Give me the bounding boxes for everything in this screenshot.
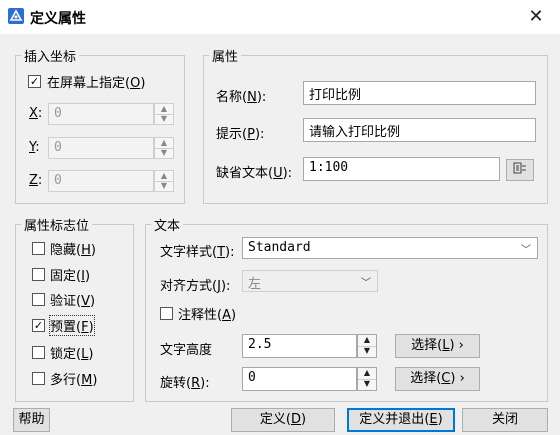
text-height-stepper[interactable]: ▲ ▼ xyxy=(357,334,377,358)
chevron-right-icon: › xyxy=(459,371,465,386)
text-height-label: 文字高度 xyxy=(160,343,213,358)
hidden-checkbox[interactable] xyxy=(32,242,45,255)
pick-rotation-button[interactable]: 选择(C) › xyxy=(395,367,480,391)
title-bar: 定义属性 ✕ xyxy=(0,0,560,34)
chevron-down-icon[interactable]: ▼ xyxy=(155,181,173,191)
justify-label: 对齐方式(J): xyxy=(160,279,231,294)
z-input[interactable]: 0 xyxy=(48,170,154,192)
multiline-checkbox[interactable] xyxy=(32,372,45,385)
z-label: Z: xyxy=(29,173,43,188)
x-label: X: xyxy=(29,106,43,121)
prompt-input[interactable]: 请输入打印比例 xyxy=(303,118,536,142)
preset-label[interactable]: 预置(F) xyxy=(49,315,95,336)
app-icon xyxy=(8,8,24,24)
name-input[interactable]: 打印比例 xyxy=(303,81,536,105)
y-stepper[interactable]: ▲ ▼ xyxy=(154,137,174,159)
specify-on-screen-checkbox[interactable]: ✓ xyxy=(28,75,41,88)
lock-position-label[interactable]: 锁定(L) xyxy=(50,343,93,362)
text-height-input[interactable]: 2.5 xyxy=(242,334,357,358)
text-style-label: 文字样式(T): xyxy=(160,245,235,260)
verify-checkbox[interactable] xyxy=(32,293,45,306)
check-icon: ✓ xyxy=(33,319,44,332)
y-label: Y: xyxy=(29,140,40,155)
rotation-label: 旋转(R): xyxy=(160,376,210,391)
annotative-checkbox[interactable] xyxy=(160,307,173,320)
name-label: 名称(N): xyxy=(216,90,267,105)
chevron-right-icon: › xyxy=(458,338,464,353)
text-legend: 文本 xyxy=(151,215,184,234)
rotation-input[interactable]: 0 xyxy=(242,367,357,391)
flags-legend: 属性标志位 xyxy=(21,215,93,234)
help-button[interactable]: 帮助 xyxy=(13,408,50,432)
pick-height-button[interactable]: 选择(L) › xyxy=(395,334,480,358)
field-insert-icon xyxy=(513,162,527,177)
window-title: 定义属性 xyxy=(30,11,86,27)
justify-select[interactable]: 左 ﹀ xyxy=(242,270,378,292)
prompt-label: 提示(P): xyxy=(216,127,265,142)
z-stepper[interactable]: ▲ ▼ xyxy=(154,170,174,192)
default-input[interactable]: 1:100 xyxy=(303,157,500,181)
y-input[interactable]: 0 xyxy=(48,137,154,159)
lock-position-checkbox[interactable] xyxy=(32,346,45,359)
check-icon: ✓ xyxy=(29,75,40,88)
close-icon[interactable]: ✕ xyxy=(520,4,552,30)
specify-on-screen-label[interactable]: 在屏幕上指定(O) xyxy=(47,72,145,91)
insert-point-legend: 插入坐标 xyxy=(21,46,80,65)
define-and-exit-button[interactable]: 定义并退出(E) xyxy=(347,408,455,432)
preset-checkbox[interactable]: ✓ xyxy=(32,319,45,332)
chevron-down-icon[interactable]: ▼ xyxy=(155,148,173,158)
verify-label[interactable]: 验证(V) xyxy=(50,290,95,309)
chevron-down-icon[interactable]: ▼ xyxy=(155,114,173,124)
attribute-legend: 属性 xyxy=(209,46,242,65)
constant-checkbox[interactable] xyxy=(32,268,45,281)
close-button[interactable]: 关闭 xyxy=(462,408,548,432)
insert-field-button[interactable] xyxy=(506,159,534,181)
default-label: 缺省文本(U): xyxy=(216,166,293,181)
constant-label[interactable]: 固定(I) xyxy=(50,265,90,284)
chevron-down-icon[interactable]: ▼ xyxy=(358,346,376,357)
chevron-down-icon: ﹀ xyxy=(521,245,531,256)
chevron-down-icon[interactable]: ▼ xyxy=(358,379,376,390)
multiline-label[interactable]: 多行(M) xyxy=(50,369,97,388)
hidden-label[interactable]: 隐藏(H) xyxy=(50,239,96,258)
rotation-stepper[interactable]: ▲ ▼ xyxy=(357,367,377,391)
annotative-label[interactable]: 注释性(A) xyxy=(178,304,236,323)
x-stepper[interactable]: ▲ ▼ xyxy=(154,103,174,125)
x-input[interactable]: 0 xyxy=(48,103,154,125)
chevron-down-icon: ﹀ xyxy=(361,278,371,289)
define-button[interactable]: 定义(D) xyxy=(231,408,335,432)
text-style-select[interactable]: Standard ﹀ xyxy=(242,237,538,259)
